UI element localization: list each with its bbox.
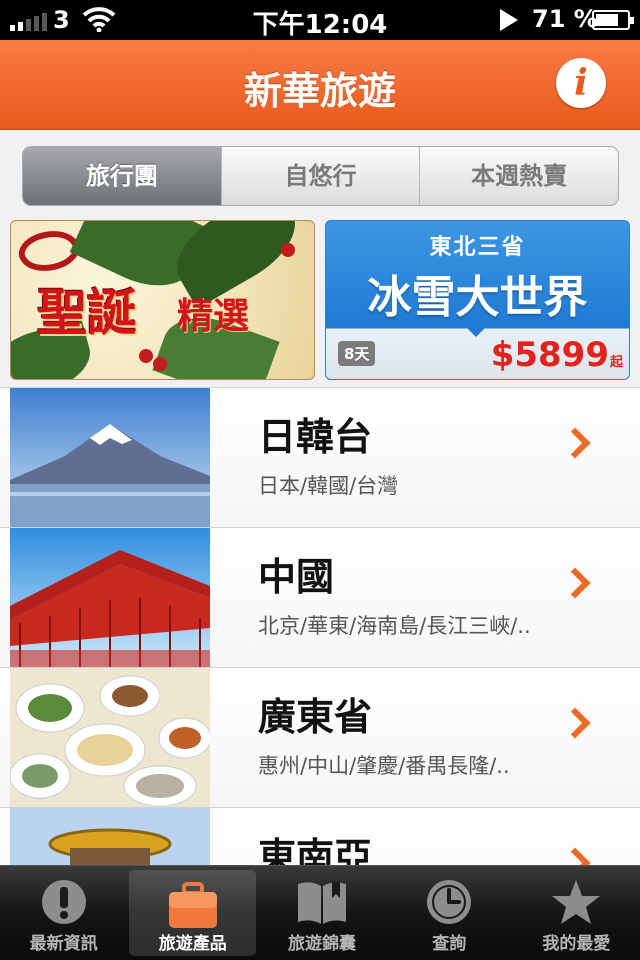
days-badge: 8天: [338, 341, 376, 366]
item-name: 中國: [258, 555, 335, 599]
berry: [139, 349, 153, 363]
chevron-right-icon: [559, 567, 591, 599]
item-desc: 日本/韓國/台灣: [258, 474, 399, 498]
item-desc: 北京/華東/海南島/長江三峽/..: [258, 614, 531, 638]
tab-label: 旅遊產品: [158, 934, 227, 954]
suitcase-icon: [168, 882, 217, 928]
segment-free-travel[interactable]: 自悠行: [220, 147, 420, 205]
list-item[interactable]: 廣東省 惠州/中山/肇慶/番禺長隆/..: [0, 667, 640, 807]
list-item[interactable]: 日韓台 日本/韓國/台灣: [0, 387, 640, 527]
list-item[interactable]: 中國 北京/華東/海南島/長江三峽/..: [0, 527, 640, 667]
page-title: 新華旅遊: [243, 69, 396, 113]
tab-travel-products[interactable]: 旅遊產品: [129, 870, 257, 956]
china-pavilion-image: [10, 528, 210, 667]
segmented-control: 旅行團 自悠行 本週熱賣: [22, 146, 619, 206]
battery-percent: 71 %: [532, 5, 598, 33]
speech-notch: [464, 325, 488, 337]
nav-header: 新華旅遊 i: [0, 40, 640, 130]
berry: [153, 357, 167, 371]
tab-label: 我的最愛: [542, 934, 611, 954]
exclamation-icon: [41, 880, 86, 924]
main-content: 旅行團 自悠行 本週熱賣 聖誕 精選 東北三省 冰雪大世界 8天 $5899 起: [0, 131, 640, 865]
golden-dome-image: [10, 808, 210, 865]
banner-ice-subtitle: 東北三省: [429, 235, 526, 260]
tab-label: 最新資訊: [29, 934, 98, 954]
star-icon: [552, 880, 601, 924]
seafood-dishes-image: [10, 668, 210, 807]
christmas-banner[interactable]: 聖誕 精選: [10, 220, 315, 380]
banner-xmas-main: 聖誕: [37, 283, 137, 342]
play-icon: [500, 9, 518, 31]
ice-world-banner[interactable]: 東北三省 冰雪大世界 8天 $5899 起: [325, 220, 630, 380]
item-name: 東南亞: [258, 835, 373, 865]
book-icon: [298, 882, 346, 924]
list-item[interactable]: 東南亞: [0, 807, 640, 865]
item-desc: 惠州/中山/肇慶/番禺長隆/..: [258, 754, 510, 778]
price-label: $5899: [490, 335, 609, 375]
banner-xmas-sub: 精選: [177, 295, 250, 337]
banner-ice-title: 冰雪大世界: [367, 272, 588, 323]
chevron-right-icon: [559, 847, 591, 865]
status-bar: 3 下午12:04 71 %: [0, 0, 640, 40]
chevron-right-icon: [559, 427, 591, 459]
info-icon[interactable]: i: [556, 58, 606, 108]
tab-bar: 最新資訊 旅遊產品 旅遊錦囊 查詢 我的最愛: [0, 865, 640, 960]
tab-travel-tips[interactable]: 旅遊錦囊: [258, 866, 385, 960]
tab-label: 旅遊錦囊: [288, 934, 356, 954]
chevron-right-icon: [559, 707, 591, 739]
tab-favorites[interactable]: 我的最愛: [513, 866, 640, 960]
price-unit: 起: [609, 355, 623, 370]
tab-label: 查詢: [432, 934, 467, 954]
item-name: 日韓台: [258, 415, 373, 459]
tab-inquiry[interactable]: 查詢: [386, 866, 513, 960]
tab-latest-news[interactable]: 最新資訊: [0, 866, 127, 960]
segment-tour[interactable]: 旅行團: [23, 147, 221, 205]
destination-list: 日韓台 日本/韓國/台灣 中國 北京/華東/海南島/長江三峽/.. 廣東省 惠州…: [0, 387, 640, 865]
battery-icon: [592, 10, 634, 30]
item-name: 廣東省: [258, 695, 373, 739]
segment-weekly-hot[interactable]: 本週熱賣: [419, 147, 618, 205]
berry: [281, 243, 295, 257]
clock-icon: [427, 880, 472, 924]
mount-fuji-image: [10, 388, 210, 527]
